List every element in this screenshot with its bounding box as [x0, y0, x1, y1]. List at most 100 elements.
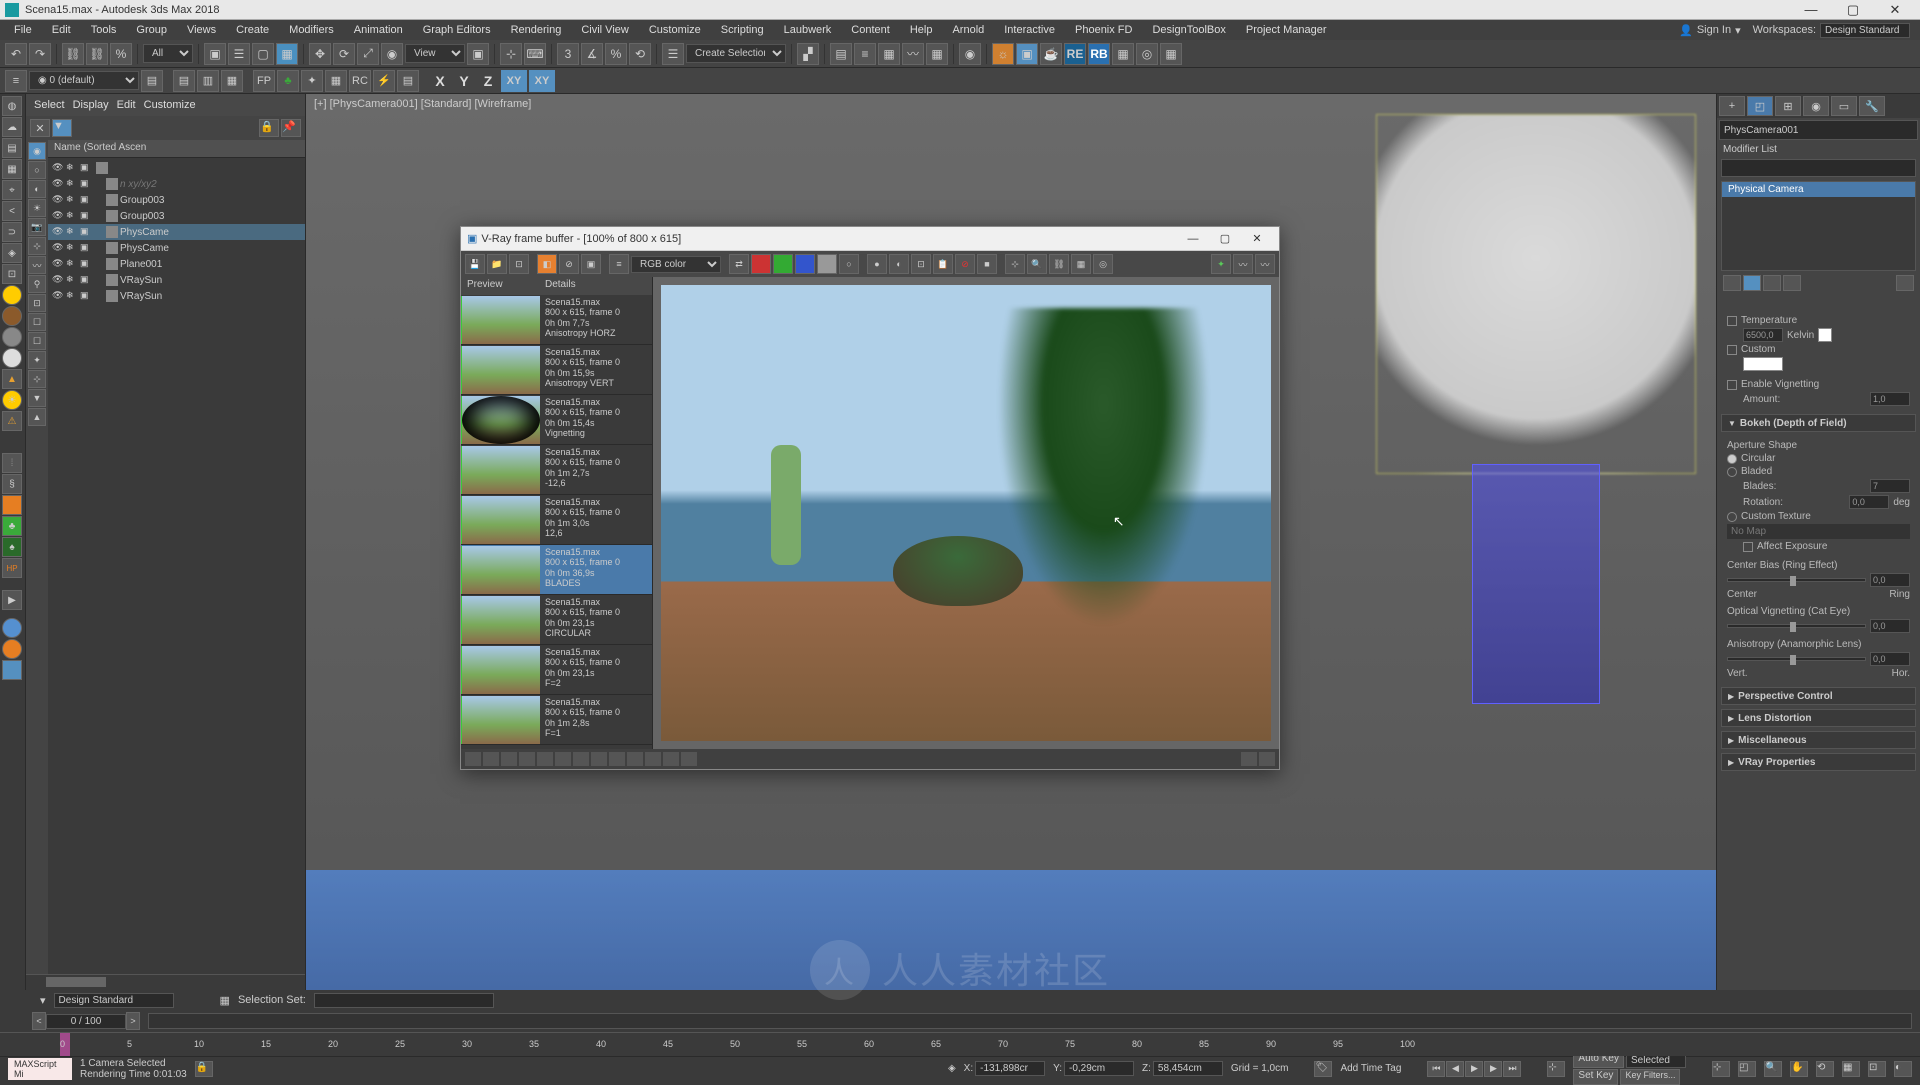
dropdown-icon[interactable]: ▾ [40, 994, 46, 1007]
vfb-menu[interactable]: ≡ [609, 254, 629, 274]
history-item[interactable]: Scena15.max800 x 615, frame 00h 1m 2,7s-… [461, 445, 652, 495]
curve-editor[interactable]: 〰 [902, 43, 924, 65]
vfb-load[interactable]: 📁 [487, 254, 507, 274]
menu-animation[interactable]: Animation [344, 22, 413, 38]
vfb-clear[interactable]: ⊘ [559, 254, 579, 274]
percent-snap[interactable]: % [605, 43, 627, 65]
lp-7[interactable]: ⊃ [2, 222, 22, 242]
tree-row[interactable]: 👁❄▣n xy/xy2 [48, 176, 305, 192]
se-ic-15[interactable]: ▲ [28, 408, 46, 426]
lp-8[interactable]: ◈ [2, 243, 22, 263]
layer-btn1[interactable]: ▤ [141, 70, 163, 92]
nav-4[interactable]: ✋ [1790, 1061, 1808, 1077]
radio-circular[interactable] [1727, 454, 1737, 464]
tab-hierarchy[interactable]: ⊞ [1775, 96, 1801, 116]
se-ic-10[interactable]: ☐ [28, 313, 46, 331]
se-menu-edit[interactable]: Edit [117, 99, 136, 111]
se-ic-5[interactable]: 📷 [28, 218, 46, 236]
vfb-grid[interactable]: ▦ [1071, 254, 1091, 274]
history-item[interactable]: Scena15.max800 x 615, frame 00h 0m 23,1s… [461, 595, 652, 645]
vfb-st-1[interactable] [465, 752, 481, 766]
place-button[interactable]: ◉ [381, 43, 403, 65]
vfb-track[interactable]: ⊹ [1005, 254, 1025, 274]
tl-next[interactable]: > [126, 1012, 140, 1030]
move-button[interactable]: ✥ [309, 43, 331, 65]
rollout-lensdistortion[interactable]: ▶Lens Distortion [1721, 709, 1916, 727]
vfb-st-8[interactable] [591, 752, 607, 766]
vfb-render-view[interactable]: ↖ [653, 277, 1279, 749]
lp-green[interactable]: ♣ [2, 516, 22, 536]
menu-laubwerk[interactable]: Laubwerk [774, 22, 842, 38]
rect-region[interactable]: ▢ [252, 43, 274, 65]
menu-help[interactable]: Help [900, 22, 943, 38]
vfb-minimize[interactable]: — [1177, 229, 1209, 249]
fp-button[interactable]: FP [253, 70, 275, 92]
custom-swatch[interactable] [1743, 357, 1783, 371]
radio-custom-tex[interactable] [1727, 512, 1737, 522]
se-funnel[interactable]: ▼ [52, 119, 72, 137]
z-constraint[interactable]: Z [477, 70, 499, 92]
rotate-button[interactable]: ⟳ [333, 43, 355, 65]
lp-5[interactable]: ⌖ [2, 180, 22, 200]
menu-projectmanager[interactable]: Project Manager [1236, 22, 1337, 38]
se-menu-select[interactable]: Select [34, 99, 65, 111]
mirror-button[interactable]: ▞ [797, 43, 819, 65]
blades-value[interactable] [1870, 479, 1910, 493]
setkey-button[interactable]: Set Key [1573, 1069, 1618, 1085]
tab-utilities[interactable]: 🔧 [1859, 96, 1885, 116]
add-time-tag[interactable]: Add Time Tag [1340, 1063, 1401, 1074]
tree-row[interactable]: 👁❄▣Group003 [48, 208, 305, 224]
xy-constraint[interactable]: XY [501, 70, 527, 92]
vfb-st-6[interactable] [555, 752, 571, 766]
affect-exposure-check[interactable] [1743, 542, 1753, 552]
se-ic-7[interactable]: 〰 [28, 256, 46, 274]
rollout-vrayprops[interactable]: ▶VRay Properties [1721, 753, 1916, 771]
stack-unique[interactable] [1763, 275, 1781, 291]
y-coord[interactable] [1064, 1061, 1134, 1076]
stack-3[interactable]: ▦ [221, 70, 243, 92]
stack-show[interactable] [1743, 275, 1761, 291]
nav-8[interactable]: ◐ [1894, 1061, 1912, 1077]
list-icon[interactable]: ▤ [397, 70, 419, 92]
lp-1[interactable]: ◍ [2, 96, 22, 116]
tab-display[interactable]: ▭ [1831, 96, 1857, 116]
bind-button[interactable]: % [110, 43, 132, 65]
bolt-icon[interactable]: ⚡ [373, 70, 395, 92]
menu-modifiers[interactable]: Modifiers [279, 22, 344, 38]
vfb-st-10[interactable] [627, 752, 643, 766]
named-sel[interactable]: ☰ [662, 43, 684, 65]
redo-button[interactable]: ↷ [29, 43, 51, 65]
history-item[interactable]: Scena15.max800 x 615, frame 00h 0m 36,9s… [461, 545, 652, 595]
vfb-swap[interactable]: ⇄ [729, 254, 749, 274]
lp-orange[interactable] [2, 495, 22, 515]
se-hscroll[interactable] [26, 974, 305, 990]
menu-create[interactable]: Create [226, 22, 279, 38]
vfb-st-5[interactable] [537, 752, 553, 766]
vfb-cc[interactable]: ◐ [889, 254, 909, 274]
minimize-button[interactable]: — [1791, 1, 1831, 19]
tab-create[interactable]: + [1719, 96, 1745, 116]
menu-customize[interactable]: Customize [639, 22, 711, 38]
lp-play[interactable]: ▶ [2, 590, 22, 610]
scale-button[interactable]: ⤢ [357, 43, 379, 65]
rc-button[interactable]: RC [349, 70, 371, 92]
named-sel-combo[interactable]: Create Selection Se [686, 44, 786, 63]
nav-2[interactable]: ◰ [1738, 1061, 1756, 1077]
nav-3[interactable]: 🔍 [1764, 1061, 1782, 1077]
stack-2[interactable]: ▥ [197, 70, 219, 92]
selection-set-combo[interactable] [314, 993, 494, 1008]
nav-7[interactable]: ⊡ [1868, 1061, 1886, 1077]
lp-6[interactable]: < [2, 201, 22, 221]
vfb-save[interactable]: 💾 [465, 254, 485, 274]
render-setup[interactable]: ☼ [992, 43, 1014, 65]
vfb-st-2[interactable] [483, 752, 499, 766]
select-name[interactable]: ☰ [228, 43, 250, 65]
vfb-ab[interactable]: ◧ [537, 254, 557, 274]
temp-check[interactable] [1727, 316, 1737, 326]
menu-content[interactable]: Content [841, 22, 900, 38]
lp-blue-sq[interactable] [2, 660, 22, 680]
se-lock[interactable]: 🔒 [259, 119, 279, 137]
history-item[interactable]: Scena15.max800 x 615, frame 00h 1m 2,8sF… [461, 695, 652, 745]
angle-snap[interactable]: ∡ [581, 43, 603, 65]
vignette-amount[interactable] [1870, 392, 1910, 406]
